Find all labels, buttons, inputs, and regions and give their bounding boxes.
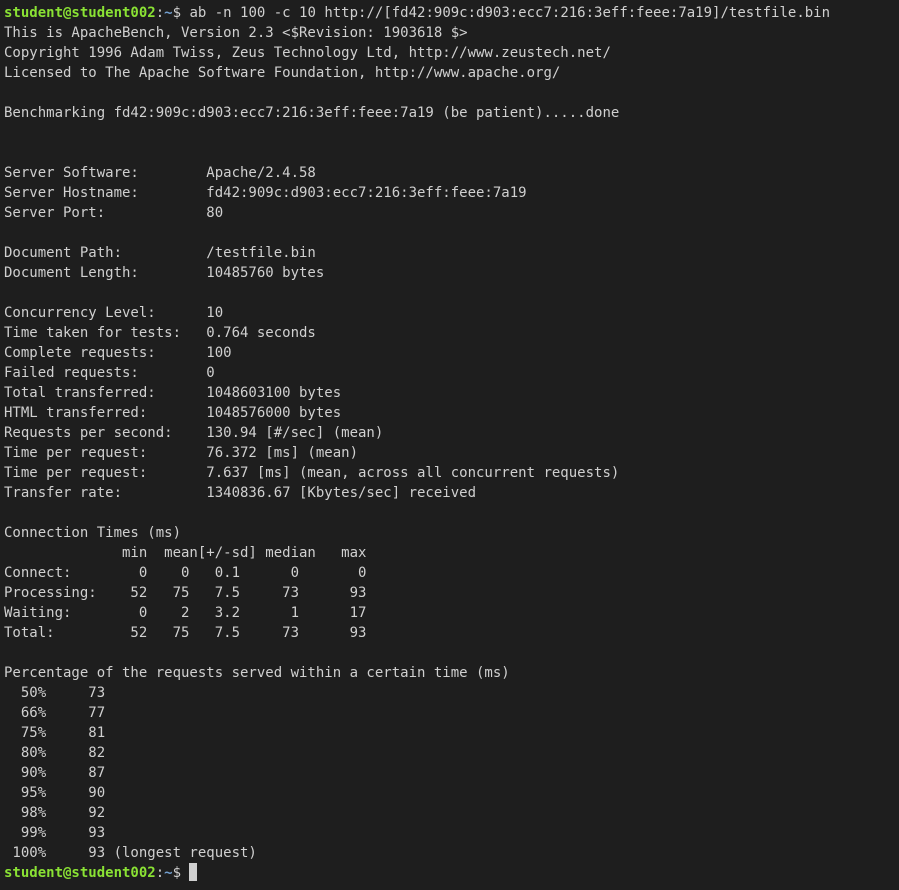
prompt-separator: : bbox=[155, 5, 165, 21]
output-line: 66% 77 bbox=[4, 705, 106, 721]
output-line: Document Length: 10485760 bytes bbox=[4, 265, 325, 281]
output-line: 75% 81 bbox=[4, 725, 106, 741]
active-prompt-line[interactable]: student@student002:~$ bbox=[4, 863, 895, 883]
command-output: This is ApacheBench, Version 2.3 <$Revis… bbox=[4, 23, 895, 863]
output-line: Server Hostname: fd42:909c:d903:ecc7:216… bbox=[4, 185, 527, 201]
prompt-symbol: $ bbox=[172, 865, 190, 881]
output-line: Copyright 1996 Adam Twiss, Zeus Technolo… bbox=[4, 45, 611, 61]
output-line: Document Path: /testfile.bin bbox=[4, 245, 316, 261]
output-line: Requests per second: 130.94 [#/sec] (mea… bbox=[4, 425, 384, 441]
output-line: Complete requests: 100 bbox=[4, 345, 232, 361]
prompt-path: ~ bbox=[164, 5, 173, 21]
output-line: This is ApacheBench, Version 2.3 <$Revis… bbox=[4, 25, 468, 41]
output-line: Benchmarking fd42:909c:d903:ecc7:216:3ef… bbox=[4, 105, 620, 121]
output-line: Connect: 0 0 0.1 0 0 bbox=[4, 565, 367, 581]
output-line: Server Software: Apache/2.4.58 bbox=[4, 165, 316, 181]
text-cursor bbox=[189, 863, 198, 881]
output-line: Processing: 52 75 7.5 73 93 bbox=[4, 585, 367, 601]
output-line: Time per request: 7.637 [ms] (mean, acro… bbox=[4, 465, 620, 481]
output-line: Licensed to The Apache Software Foundati… bbox=[4, 65, 561, 81]
output-line: Time taken for tests: 0.764 seconds bbox=[4, 325, 316, 341]
prompt-user-host: student@student002 bbox=[4, 5, 156, 21]
output-line: Waiting: 0 2 3.2 1 17 bbox=[4, 605, 367, 621]
output-line: 95% 90 bbox=[4, 785, 106, 801]
prompt-user-host: student@student002 bbox=[4, 865, 156, 881]
output-line: Failed requests: 0 bbox=[4, 365, 215, 381]
command-line: student@student002:~$ ab -n 100 -c 10 ht… bbox=[4, 3, 895, 23]
output-line: HTML transferred: 1048576000 bytes bbox=[4, 405, 342, 421]
output-line: 98% 92 bbox=[4, 805, 106, 821]
output-line: 100% 93 (longest request) bbox=[4, 845, 257, 861]
output-line: Total transferred: 1048603100 bytes bbox=[4, 385, 342, 401]
command-text: ab -n 100 -c 10 http://[fd42:909c:d903:e… bbox=[189, 5, 831, 21]
terminal-window[interactable]: student@student002:~$ ab -n 100 -c 10 ht… bbox=[0, 0, 899, 890]
output-line: 99% 93 bbox=[4, 825, 106, 841]
output-line: Server Port: 80 bbox=[4, 205, 224, 221]
output-line: Time per request: 76.372 [ms] (mean) bbox=[4, 445, 359, 461]
output-line: Percentage of the requests served within… bbox=[4, 665, 510, 681]
output-line: 80% 82 bbox=[4, 745, 106, 761]
output-line: Concurrency Level: 10 bbox=[4, 305, 224, 321]
output-line: Total: 52 75 7.5 73 93 bbox=[4, 625, 367, 641]
prompt-path: ~ bbox=[164, 865, 173, 881]
output-line: 90% 87 bbox=[4, 765, 106, 781]
output-line: 50% 73 bbox=[4, 685, 106, 701]
output-line: Transfer rate: 1340836.67 [Kbytes/sec] r… bbox=[4, 485, 477, 501]
prompt-separator: : bbox=[155, 865, 165, 881]
output-line: Connection Times (ms) bbox=[4, 525, 182, 541]
output-line: min mean[+/-sd] median max bbox=[4, 545, 367, 561]
prompt-symbol: $ bbox=[172, 5, 190, 21]
